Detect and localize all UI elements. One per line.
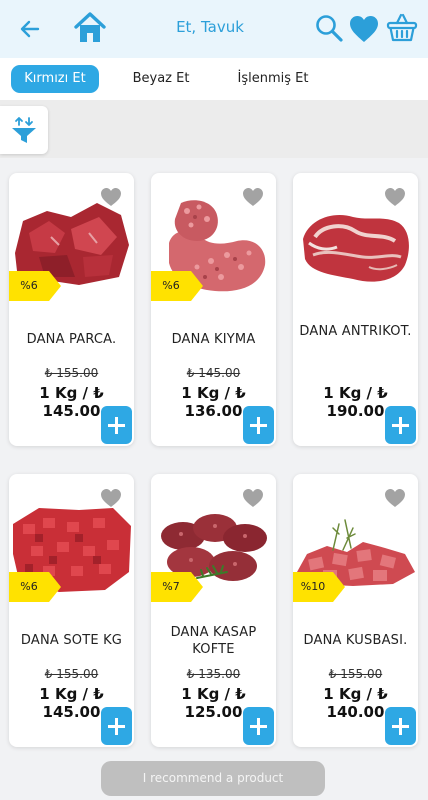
discount-badge: %6 bbox=[151, 271, 203, 301]
product-name: DANA KASAP KOFTE bbox=[170, 625, 257, 657]
old-price: ₺ 155.00 bbox=[44, 366, 99, 380]
product-card[interactable]: %10 DANA KUSBASI. ₺ 155.00 1 Kg / ₺ 140.… bbox=[293, 474, 418, 747]
product-card[interactable]: %7 DANA KASAP KOFTE ₺ 135.00 1 Kg / ₺ 12… bbox=[151, 474, 276, 747]
product-name: DANA KUSBASI. bbox=[303, 633, 408, 648]
heart-outline-icon[interactable] bbox=[242, 187, 264, 207]
add-to-basket-button[interactable] bbox=[385, 707, 416, 745]
tab-islenmis-et[interactable]: İşlenmiş Et bbox=[228, 65, 318, 93]
tab-kirmizi-et[interactable]: Kırmızı Et bbox=[11, 65, 99, 93]
product-name: DANA ANTRIKOT. bbox=[299, 324, 412, 339]
old-price: ₺ 155.00 bbox=[328, 667, 383, 681]
add-to-basket-button[interactable] bbox=[385, 406, 416, 444]
add-to-basket-button[interactable] bbox=[101, 707, 132, 745]
product-card[interactable]: %6 DANA KIYMA ₺ 145.00 1 Kg / ₺ 136.00 bbox=[151, 173, 276, 446]
heart-outline-icon[interactable] bbox=[242, 488, 264, 508]
sort-filter-icon bbox=[12, 117, 36, 143]
add-to-basket-button[interactable] bbox=[243, 406, 274, 444]
filter-bar bbox=[0, 100, 428, 158]
add-to-basket-button[interactable] bbox=[101, 406, 132, 444]
product-image bbox=[303, 215, 409, 282]
discount-badge: %7 bbox=[151, 572, 203, 602]
category-tabs: Kırmızı Et Beyaz Et İşlenmiş Et bbox=[0, 58, 428, 100]
old-price: ₺ 145.00 bbox=[186, 366, 241, 380]
product-card[interactable]: DANA ANTRIKOT. 1 Kg / ₺ 190.00 bbox=[293, 173, 418, 446]
product-name: DANA KIYMA bbox=[171, 332, 256, 347]
heart-icon[interactable] bbox=[348, 13, 380, 45]
basket-icon[interactable] bbox=[386, 12, 418, 44]
heart-outline-icon[interactable] bbox=[384, 187, 406, 207]
discount-label: %10 bbox=[300, 580, 326, 593]
heart-outline-icon[interactable] bbox=[100, 187, 122, 207]
heart-outline-icon[interactable] bbox=[100, 488, 122, 508]
heart-outline-icon[interactable] bbox=[384, 488, 406, 508]
filter-button[interactable] bbox=[0, 106, 48, 154]
home-icon[interactable] bbox=[72, 10, 108, 46]
product-card[interactable]: %6 DANA SOTE KG ₺ 155.00 1 Kg / ₺ 145.00 bbox=[9, 474, 134, 747]
product-name: DANA SOTE KG bbox=[20, 633, 123, 648]
discount-label: %6 bbox=[162, 279, 180, 292]
page-title: Et, Tavuk bbox=[176, 18, 244, 36]
recommend-product-button[interactable]: I recommend a product bbox=[101, 761, 325, 796]
discount-label: %6 bbox=[20, 279, 38, 292]
product-name: DANA PARCA. bbox=[26, 332, 117, 347]
tab-beyaz-et[interactable]: Beyaz Et bbox=[122, 65, 200, 93]
old-price: ₺ 155.00 bbox=[44, 667, 99, 681]
search-icon[interactable] bbox=[314, 13, 344, 43]
arrow-left-icon[interactable] bbox=[16, 15, 44, 43]
add-to-basket-button[interactable] bbox=[243, 707, 274, 745]
old-price: ₺ 135.00 bbox=[186, 667, 241, 681]
discount-badge: %10 bbox=[293, 572, 345, 602]
discount-label: %7 bbox=[162, 580, 180, 593]
discount-badge: %6 bbox=[9, 271, 61, 301]
top-bar: Et, Tavuk bbox=[0, 0, 428, 58]
discount-badge: %6 bbox=[9, 572, 61, 602]
product-card[interactable]: %6 DANA PARCA. ₺ 155.00 1 Kg / ₺ 145.00 bbox=[9, 173, 134, 446]
discount-label: %6 bbox=[20, 580, 38, 593]
